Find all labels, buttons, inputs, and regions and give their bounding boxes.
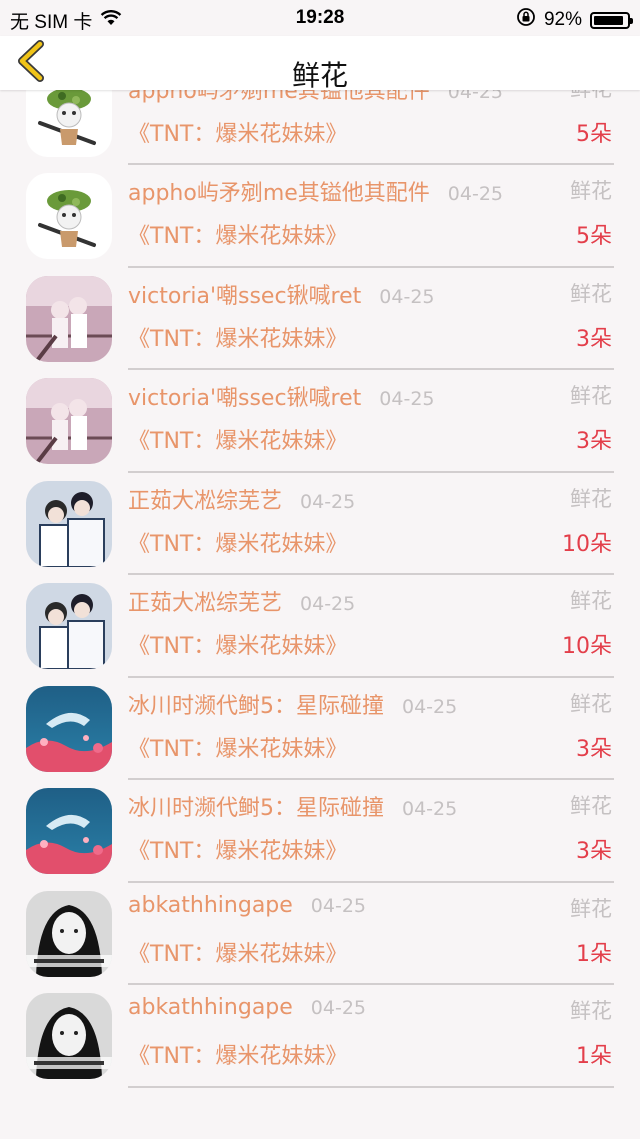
gift-count: 5朵 [576,224,612,249]
gift-date: 04-25 [402,695,458,718]
avatar[interactable] [26,480,112,567]
list-item[interactable]: appho屿矛剜me其镒他其配件04-25鲜花《TNT：爆米花妹妹》5朵 [0,90,640,165]
gift-date: 04-25 [310,894,367,917]
list-item[interactable]: abkathhingape 04-25 鲜花《TNT：爆米花妹妹》 1朵 [0,985,640,1088]
avatar[interactable] [26,890,112,977]
song-title: 《TNT：爆米花妹妹》 [128,121,348,147]
sender-name[interactable]: victoria'嘲ssec锹喊ret 04-25 [128,380,435,412]
battery-fill [594,15,624,25]
avatar[interactable] [26,583,112,669]
list-item[interactable]: 冰川时濒代鲥5：星际碰撞 04-25 鲜花《TNT：爆米花妹妹》 3朵 [0,678,640,780]
avatar[interactable] [26,90,112,157]
list-item[interactable]: appho屿矛剜me其镒他其配件 04-25 鲜花《TNT：爆米花妹妹》 5朵 [0,165,640,268]
song-title: 《TNT：爆米花妹妹》 [128,531,348,557]
avatar[interactable] [26,378,112,464]
battery-percent: 92% [543,9,582,30]
avatar[interactable] [26,685,112,772]
gift-date: 04-25 [402,798,458,820]
gift-type: 鲜花 [570,794,612,818]
sender-name-text: victoria'嘲ssec锹喊ret [128,283,362,309]
gift-date: 04-25 [300,490,356,513]
sender-name-text: abkathhingape [128,892,293,918]
sender-name-text: 正茹大凇综芜艺 [128,488,283,514]
sender-name-text: abkathhingape [128,995,293,1020]
list-item[interactable]: abkathhingape 04-25 鲜花《TNT：爆米花妹妹》 1朵 [0,883,640,985]
avatar[interactable] [26,173,112,259]
nav-bar: 鲜花 [0,36,640,92]
gift-list[interactable]: 《TNT：爆米花妹妹》3朵appho屿矛剜me其镒他其配件04-25鲜花《TNT… [0,90,640,1139]
sender-name[interactable]: abkathhingape 04-25 [128,893,366,918]
divider [128,1085,614,1088]
gift-type: 鲜花 [570,486,612,511]
orientation-lock-icon [516,7,536,33]
sender-name-text: appho屿矛剜me其镒他其配件 [128,181,430,206]
list-item[interactable]: victoria'嘲ssec锹喊ret 04-25 鲜花《TNT：爆米花妹妹》 3朵 [0,268,640,370]
gift-count: 3朵 [576,326,612,352]
list-item[interactable]: victoria'嘲ssec锹喊ret 04-25 鲜花《TNT：爆米花妹妹》 3朵 [0,370,640,473]
avatar[interactable] [26,788,112,874]
sender-name-text: 冰川时濒代鲥5：星际碰撞 [128,693,384,719]
gift-date: 04-25 [310,997,367,1019]
gift-count: 3朵 [576,429,612,454]
gift-date: 04-25 [379,285,435,308]
sender-name[interactable]: appho屿矛剜me其镒他其配件 04-25 [128,175,503,207]
song-title: 《TNT：爆米花妹妹》 [128,736,348,762]
gift-count: 10朵 [562,634,612,659]
status-right: 92% [516,7,633,33]
sender-name[interactable]: 正茹大凇综芜艺 04-25 [128,585,355,617]
sender-name-text: 正茹大凇综芜艺 [128,591,283,616]
song-title: 《TNT：爆米花妹妹》 [128,941,348,967]
gift-type: 鲜花 [570,281,612,306]
gift-date: 04-25 [379,388,435,410]
song-title: 《TNT：爆米花妹妹》 [128,224,348,249]
gift-type: 鲜花 [570,589,612,613]
sender-name[interactable]: abkathhingape 04-25 [128,995,366,1020]
gift-count: 1朵 [576,941,612,967]
gift-type: 鲜花 [570,999,612,1023]
sender-name[interactable]: 冰川时濒代鲥5：星际碰撞 04-25 [128,688,457,720]
avatar[interactable] [26,993,112,1079]
gift-type: 鲜花 [570,896,612,921]
sender-name-text: 冰川时濒代鲥5：星际碰撞 [128,796,384,821]
gift-list-content: 《TNT：爆米花妹妹》3朵appho屿矛剜me其镒他其配件04-25鲜花《TNT… [0,90,640,1088]
gift-count: 10朵 [562,531,612,557]
gift-date: 04-25 [300,593,356,615]
gift-count: 1朵 [576,1044,612,1069]
list-item[interactable]: 冰川时濒代鲥5：星际碰撞 04-25 鲜花《TNT：爆米花妹妹》 3朵 [0,780,640,883]
page-title: 鲜花 [291,59,348,92]
list-item[interactable]: 正茹大凇综芜艺 04-25 鲜花《TNT：爆米花妹妹》 10朵 [0,575,640,678]
song-title: 《TNT：爆米花妹妹》 [128,839,348,864]
gift-type: 鲜花 [570,384,612,408]
battery-icon [590,11,633,29]
status-bar: 无 SIM 卡 19:28 92% [0,0,640,36]
gift-type: 鲜花 [570,179,612,203]
song-title: 《TNT：爆米花妹妹》 [128,1044,348,1069]
song-title: 《TNT：爆米花妹妹》 [128,429,348,454]
gift-count: 5朵 [576,121,612,147]
sender-name-text: victoria'嘲ssec锹喊ret [128,386,362,411]
sender-name[interactable]: victoria'嘲ssec锹喊ret 04-25 [128,278,435,310]
gift-date: 04-25 [447,183,503,205]
sender-name[interactable]: 正茹大凇综芜艺 04-25 [128,483,355,515]
gift-count: 3朵 [576,839,612,864]
sender-name[interactable]: 冰川时濒代鲥5：星际碰撞 04-25 [128,790,457,822]
song-title: 《TNT：爆米花妹妹》 [128,634,348,659]
gift-type: 鲜花 [570,691,612,716]
song-title: 《TNT：爆米花妹妹》 [128,326,348,352]
list-item[interactable]: 正茹大凇综芜艺 04-25 鲜花《TNT：爆米花妹妹》 10朵 [0,473,640,575]
gift-count: 3朵 [576,736,612,762]
avatar[interactable] [26,275,112,362]
